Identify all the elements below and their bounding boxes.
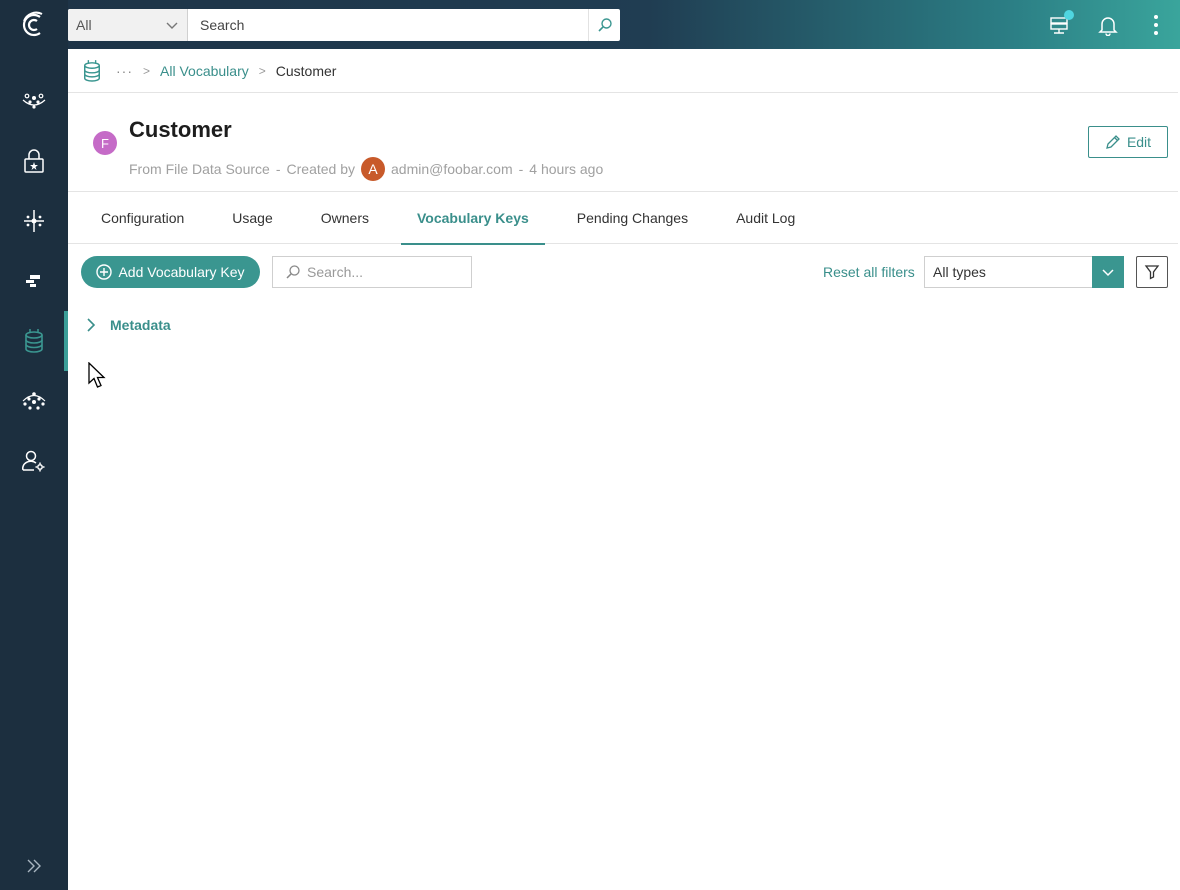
- chevron-right-icon: [87, 318, 96, 332]
- management-icon: [26, 275, 40, 287]
- add-vocabulary-key-label: Add Vocabulary Key: [118, 264, 245, 280]
- group-label: Metadata: [110, 317, 171, 333]
- tab-usage[interactable]: Usage: [216, 192, 288, 244]
- add-vocabulary-key-button[interactable]: Add Vocabulary Key: [81, 256, 260, 288]
- tab-vocabulary-keys[interactable]: Vocabulary Keys: [400, 192, 545, 245]
- created-by-label: Created by: [286, 161, 355, 177]
- cluedin-logo-icon[interactable]: [0, 0, 68, 49]
- sidebar-nav: [0, 49, 68, 890]
- source-name: File Data Source: [165, 161, 270, 177]
- main-content: ··· > All Vocabulary > Customer F Custom…: [68, 49, 1178, 888]
- meta-separator: -: [518, 161, 524, 177]
- search-button[interactable]: [588, 9, 620, 41]
- vocabulary-group-metadata[interactable]: Metadata: [84, 313, 171, 337]
- search-scope-select[interactable]: All: [68, 9, 188, 41]
- environment-status-button[interactable]: [1036, 0, 1084, 49]
- consume-icon: [22, 392, 46, 410]
- edit-label: Edit: [1126, 134, 1152, 150]
- top-actions: [1036, 0, 1180, 49]
- from-label: From: [129, 161, 162, 177]
- keys-search-box: [272, 256, 472, 288]
- chevron-down-icon: [1092, 256, 1124, 288]
- global-search: All: [68, 9, 620, 41]
- filter-button[interactable]: [1136, 256, 1168, 288]
- tab-bar: Configuration Usage Owners Vocabulary Ke…: [68, 192, 1178, 245]
- page-title: Customer: [129, 117, 232, 142]
- top-bar: All: [0, 0, 1180, 49]
- keys-toolbar: Add Vocabulary Key Reset all filters All…: [68, 256, 1178, 288]
- governance-lock-icon: [24, 149, 44, 173]
- preparation-icon: [24, 210, 44, 232]
- sidebar-item-vocabulary[interactable]: [0, 311, 68, 371]
- source-avatar: F: [93, 131, 117, 155]
- keys-search-input[interactable]: [307, 264, 467, 280]
- reset-filters-link[interactable]: Reset all filters: [823, 256, 915, 288]
- sidebar-item-management[interactable]: [0, 251, 68, 311]
- admin-user-settings-icon: [22, 450, 45, 472]
- search-input[interactable]: [188, 9, 588, 41]
- sidebar-item-integration[interactable]: [0, 71, 68, 131]
- tab-owners[interactable]: Owners: [305, 192, 385, 244]
- vertical-dots-icon: [1154, 14, 1158, 35]
- vocabulary-database-icon: [25, 329, 43, 353]
- bell-icon: [1098, 16, 1118, 36]
- created-time: 4 hours ago: [529, 161, 604, 177]
- integration-icon: [22, 93, 46, 109]
- search-icon: [286, 265, 300, 279]
- avatar: A: [361, 157, 385, 181]
- edit-button[interactable]: Edit: [1088, 126, 1168, 158]
- breadcrumb: ··· > All Vocabulary > Customer: [68, 49, 1178, 93]
- breadcrumb-current: Customer: [275, 62, 337, 79]
- sidebar-item-administration[interactable]: [0, 431, 68, 491]
- plus-circle-icon: [96, 264, 113, 280]
- double-chevron-right-icon: [27, 859, 41, 873]
- sidebar-expand-button[interactable]: [0, 850, 68, 882]
- pencil-icon: [1106, 135, 1120, 149]
- sidebar-item-consume[interactable]: [0, 371, 68, 431]
- created-by-user: admin@foobar.com: [391, 161, 513, 177]
- type-filter-value: All types: [933, 264, 986, 280]
- meta-separator: -: [275, 161, 281, 177]
- notifications-button[interactable]: [1084, 0, 1132, 49]
- vocabulary-database-icon: [84, 59, 100, 82]
- chevron-right-icon: >: [258, 63, 266, 78]
- type-filter-select[interactable]: All types: [924, 256, 1124, 288]
- mouse-pointer-icon: [88, 362, 106, 388]
- chevron-right-icon: >: [143, 63, 151, 78]
- tab-audit-log[interactable]: Audit Log: [720, 192, 811, 244]
- more-options-button[interactable]: [1132, 0, 1180, 49]
- status-indicator-dot: [1064, 10, 1074, 20]
- breadcrumb-more[interactable]: ···: [116, 63, 133, 79]
- sidebar-item-governance[interactable]: [0, 131, 68, 191]
- tab-pending-changes[interactable]: Pending Changes: [561, 192, 704, 244]
- funnel-icon: [1144, 265, 1160, 280]
- sidebar-item-preparation[interactable]: [0, 191, 68, 251]
- breadcrumb-all-vocabulary[interactable]: All Vocabulary: [160, 63, 249, 79]
- search-scope-value: All: [76, 17, 92, 33]
- entity-header: F Customer From File Data Source - Creat…: [68, 93, 1178, 192]
- tab-configuration[interactable]: Configuration: [85, 192, 200, 244]
- entity-meta: From File Data Source - Created by A adm…: [129, 157, 603, 181]
- search-icon: [597, 18, 612, 32]
- chevron-down-icon: [166, 22, 178, 29]
